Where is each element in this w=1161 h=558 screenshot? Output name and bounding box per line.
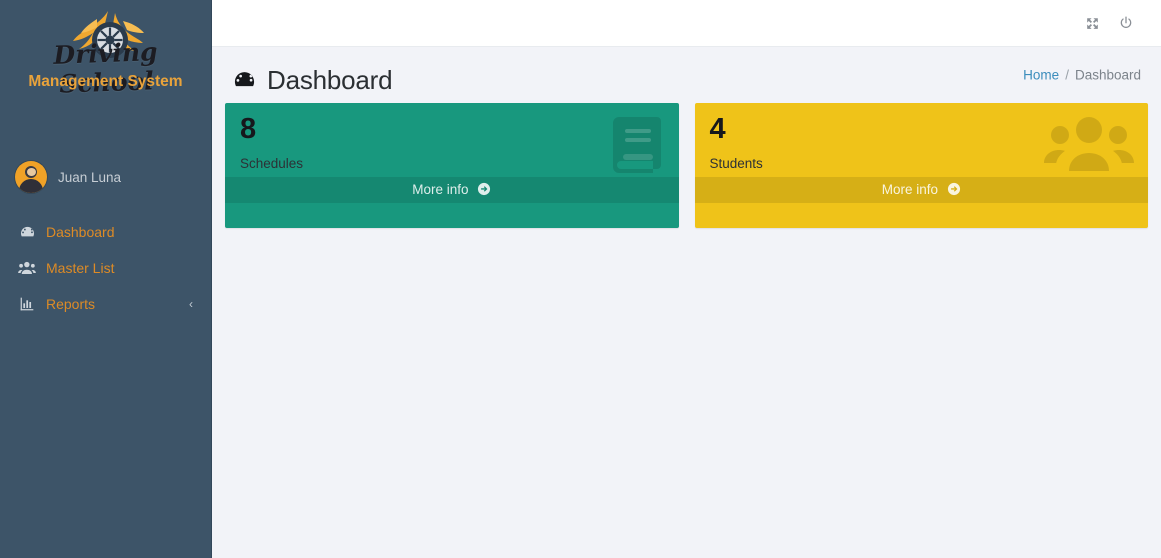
tachometer-icon — [232, 68, 257, 93]
card-label: Students — [709, 156, 763, 171]
chart-bar-icon — [16, 296, 38, 312]
power-icon — [1120, 16, 1132, 28]
card-more-info-link[interactable]: More info — [694, 177, 1148, 203]
card-count: 8 — [240, 113, 257, 145]
card-label: Schedules — [240, 156, 304, 171]
sidebar: Driving School Management System Juan Lu… — [0, 0, 212, 558]
users-icon — [16, 260, 38, 276]
top-navbar — [212, 0, 1161, 47]
card-more-info-label: More info — [881, 182, 938, 197]
breadcrumb-current: Dashboard — [1074, 67, 1141, 83]
avatar — [15, 161, 47, 193]
brand-subtitle: Management System — [28, 73, 183, 90]
user-name: Juan Luna — [58, 169, 122, 185]
app-root: Driving School Management System Juan Lu… — [0, 0, 1161, 558]
arrow-circle-right-icon — [478, 182, 491, 196]
card-count: 4 — [709, 113, 726, 145]
breadcrumb: Home / Dashboard — [1023, 68, 1141, 83]
page-title: Dashboard — [267, 64, 393, 95]
tachometer-icon — [16, 224, 38, 241]
card-more-info-link[interactable]: More info — [225, 177, 679, 203]
sidebar-item-label: Dashboard — [46, 224, 115, 240]
content-header: Dashboard Home / Dashboard — [212, 47, 1161, 103]
main-area: Dashboard Home / Dashboard 8 Schedules M… — [212, 0, 1161, 558]
dashboard-cards: 8 Schedules More info 4 Students More in… — [212, 103, 1161, 228]
fullscreen-button[interactable] — [1075, 6, 1109, 40]
card-schedules[interactable]: 8 Schedules More info — [225, 103, 679, 228]
expand-arrows-icon — [1086, 17, 1098, 29]
breadcrumb-home-link[interactable]: Home — [1023, 68, 1059, 83]
breadcrumb-separator: / — [1065, 67, 1069, 83]
arrow-circle-right-icon — [947, 182, 960, 196]
logout-button[interactable] — [1109, 6, 1143, 40]
card-students[interactable]: 4 Students More info — [694, 103, 1148, 228]
sidebar-item-master-list[interactable]: Master List — [0, 250, 211, 286]
sidebar-item-label: Master List — [46, 260, 115, 276]
sidebar-nav: Dashboard Master List Reports ‹ — [0, 214, 211, 322]
chevron-left-icon: ‹ — [189, 297, 193, 311]
sidebar-item-label: Reports — [46, 296, 96, 312]
sidebar-item-reports[interactable]: Reports ‹ — [0, 286, 211, 322]
brand-logo-area[interactable]: Driving School Management System — [0, 0, 211, 104]
user-panel[interactable]: Juan Luna — [0, 154, 211, 200]
sidebar-item-dashboard[interactable]: Dashboard — [0, 214, 211, 250]
card-more-info-label: More info — [412, 182, 469, 197]
